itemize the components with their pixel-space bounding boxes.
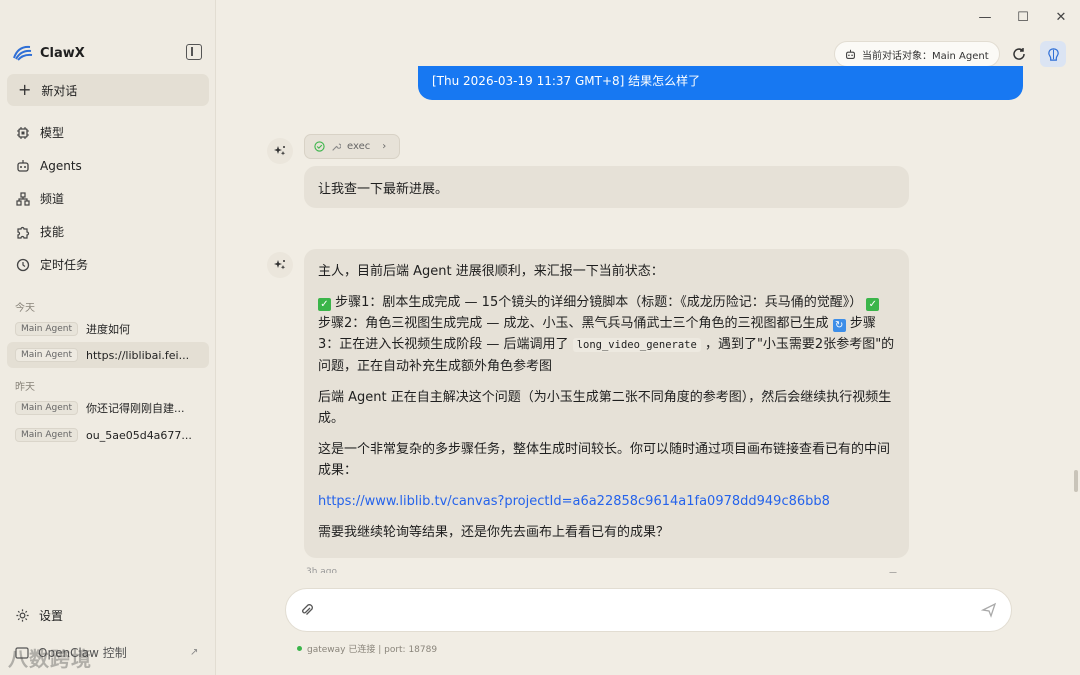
brain-icon [1047, 47, 1059, 61]
check-circle-icon [314, 141, 325, 152]
history-item[interactable]: Main Agent 进度如何 [7, 316, 209, 342]
current-agent-pill[interactable]: 当前对话对象：Main Agent [834, 41, 1000, 67]
robot-icon [15, 158, 31, 174]
user-message: [Thu 2026-03-19 11:37 GMT+8] 结果怎么样了 [418, 66, 1023, 100]
sidebar-item-channels[interactable]: 频道 [7, 182, 209, 215]
brand: ClawX [12, 44, 85, 62]
sidebar-nav: 模型 Agents 频道 技能 定时任务 [7, 116, 209, 281]
external-link-icon: ↗ [190, 647, 199, 658]
new-chat-label: 新对话 [41, 83, 78, 98]
check-mark-icon: ✓ [318, 298, 331, 311]
robot-icon [846, 49, 855, 59]
sidebar-item-agents[interactable]: Agents [7, 149, 209, 182]
message-composer [285, 588, 1012, 632]
agent-tag: Main Agent [15, 322, 78, 336]
settings-label: 设置 [39, 609, 64, 623]
message-paragraph: 后端 Agent 正在自主解决这个问题（为小玉生成第二张不同角度的参考图），然后… [318, 390, 892, 426]
history-item[interactable]: Main Agent 你还记得刚刚自建... [7, 395, 209, 421]
plus-icon: + [18, 80, 32, 99]
close-button[interactable]: ✕ [1042, 0, 1080, 34]
assistant-message: 让我查一下最新进展。 [304, 166, 909, 208]
sidebar-item-scheduled-tasks[interactable]: 定时任务 [7, 248, 209, 281]
refresh-icon [1013, 48, 1025, 60]
sidebar-item-models[interactable]: 模型 [7, 116, 209, 149]
settings-button[interactable]: 设置 [15, 607, 63, 624]
message-steps: ✓ 步骤1：剧本生成完成 — 15个镜头的详细分镜脚本（标题：《成龙历险记：兵马… [318, 292, 895, 377]
step1-text: 步骤1：剧本生成完成 — 15个镜头的详细分镜脚本（标题：《成龙历险记：兵马俑的… [335, 295, 863, 310]
sparkle-icon [274, 146, 286, 156]
thinking-toggle-button[interactable] [1040, 41, 1066, 67]
tool-call-chip[interactable]: exec › [304, 134, 400, 159]
scrollbar-thumb[interactable] [1074, 470, 1078, 492]
section-yesterday: 昨天 [15, 382, 35, 393]
sparkle-icon [274, 260, 286, 270]
puzzle-icon [15, 224, 31, 240]
repeat-icon: ↻ [832, 319, 846, 332]
canvas-link[interactable]: https://www.liblib.tv/canvas?projectId=a… [318, 494, 830, 509]
network-icon [15, 191, 31, 207]
paperclip-icon[interactable] [300, 602, 314, 622]
gear-icon [16, 609, 29, 622]
step2-text: 步骤2：角色三视图生成完成 — 成龙、小玉、黑气兵马俑武士三个角色的三视图都已生… [318, 316, 829, 331]
maximize-button[interactable]: ☐ [1004, 0, 1042, 34]
assistant-message: 主人，目前后端 Agent 进展很顺利，来汇报一下当前状态： ✓ 步骤1：剧本生… [304, 249, 909, 558]
sidebar-item-label: 技能 [40, 225, 65, 239]
gateway-status-text: gateway 已连接 | port: 18789 [307, 645, 438, 655]
agent-tag: Main Agent [15, 348, 78, 362]
history-title: 进度如何 [86, 323, 130, 336]
sidebar-item-skills[interactable]: 技能 [7, 215, 209, 248]
current-agent-label: 当前对话对象：Main Agent [862, 50, 989, 62]
refresh-button[interactable] [1007, 42, 1031, 66]
tool-name: exec [347, 141, 371, 152]
copy-icon[interactable] [889, 567, 899, 573]
sidebar-item-label: 定时任务 [40, 258, 89, 272]
message-paragraph: 这是一个非常复杂的多步骤任务，整体生成时间较长。你可以随时通过项目画布链接查看已… [318, 442, 891, 478]
openclaw-control-link[interactable]: OpenClaw 控制 ↗ [15, 644, 205, 661]
gateway-status: gateway 已连接 | port: 18789 [297, 642, 437, 655]
sidebar-item-label: Agents [40, 158, 82, 173]
claw-logo-icon [13, 45, 33, 61]
sidebar-item-label: 频道 [40, 192, 65, 206]
history-item-active[interactable]: Main Agent https://liblibai.fei... [7, 342, 209, 368]
new-chat-button[interactable]: + 新对话 [7, 74, 209, 106]
window-controls: — ☐ ✕ [960, 0, 1080, 34]
clock-icon [15, 257, 31, 273]
status-dot-icon [297, 646, 302, 651]
section-today: 今天 [15, 303, 35, 314]
assistant-avatar [267, 138, 293, 164]
check-mark-icon: ✓ [866, 298, 880, 311]
inline-code: long_video_generate [572, 338, 701, 352]
chevron-right-icon: › [382, 141, 387, 152]
message-input[interactable] [328, 599, 958, 623]
minimize-button[interactable]: — [966, 0, 1004, 34]
message-timestamp: 3h ago [306, 567, 338, 573]
sidebar: ClawX + 新对话 模型 Agents 频道 技能 定时任务 今天 Main… [0, 0, 216, 675]
agent-tag: Main Agent [15, 428, 78, 442]
brand-name: ClawX [40, 45, 85, 61]
history-title: 你还记得刚刚自建... [86, 402, 185, 415]
sidebar-collapse-icon[interactable] [186, 44, 202, 60]
terminal-icon [15, 646, 29, 659]
chip-icon [15, 125, 31, 141]
agent-tag: Main Agent [15, 401, 78, 415]
history-item[interactable]: Main Agent ou_5ae05d4a677... [7, 422, 209, 448]
message-intro: 主人，目前后端 Agent 进展很顺利，来汇报一下当前状态： [318, 264, 664, 279]
history-title: ou_5ae05d4a677... [86, 428, 192, 442]
history-title: https://liblibai.fei... [86, 348, 190, 362]
sidebar-item-label: 模型 [40, 126, 65, 140]
openclaw-control-label: OpenClaw 控制 [38, 646, 127, 660]
assistant-avatar [267, 252, 293, 278]
message-paragraph: 需要我继续轮询等结果，还是你先去画布上看看已有的成果？ [318, 525, 670, 540]
wrench-icon [332, 143, 341, 151]
send-icon[interactable] [980, 602, 997, 622]
